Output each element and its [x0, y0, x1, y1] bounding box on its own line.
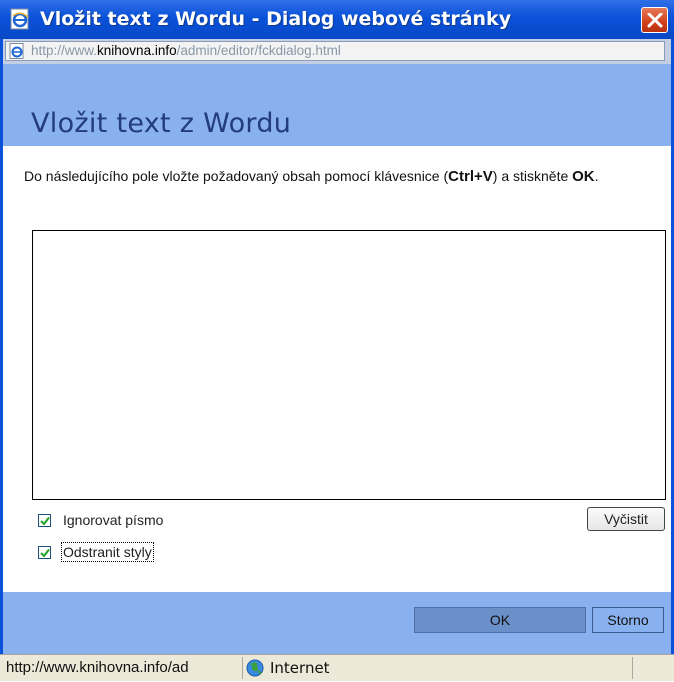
ie-page-icon: [9, 43, 26, 64]
ie-page-icon: [9, 8, 31, 30]
address-field[interactable]: http://www.knihovna.info/admin/editor/fc…: [5, 41, 665, 61]
dialog-heading: Vložit text z Wordu: [31, 108, 292, 139]
security-zone-label: Internet: [270, 659, 330, 677]
ok-button[interactable]: OK: [414, 607, 586, 633]
remove-styles-checkbox[interactable]: [38, 545, 51, 559]
cancel-button[interactable]: Storno: [592, 607, 664, 633]
ignore-font-label: Ignorovat písmo: [63, 512, 164, 528]
window-titlebar[interactable]: Vložit text z Wordu - Dialog webové strá…: [0, 0, 674, 39]
close-button[interactable]: [641, 7, 668, 33]
check-icon: [40, 548, 50, 558]
ok-emphasis: OK: [572, 168, 595, 185]
address-url: http://www.knihovna.info/admin/editor/fc…: [31, 43, 341, 58]
clear-button[interactable]: Vyčistit: [587, 507, 665, 531]
ignore-font-option[interactable]: Ignorovat písmo: [38, 512, 163, 528]
status-url: http://www.knihovna.info/ad: [6, 659, 189, 676]
paste-area[interactable]: [32, 230, 666, 500]
shortcut-label: Ctrl+V: [448, 168, 493, 185]
ignore-font-checkbox[interactable]: [38, 513, 51, 527]
check-icon: [40, 516, 50, 526]
dialog-header: Vložit text z Wordu: [3, 64, 671, 146]
status-bar: http://www.knihovna.info/ad Internet: [0, 654, 674, 681]
remove-styles-option[interactable]: Odstranit styly: [38, 542, 154, 562]
window-title: Vložit text z Wordu - Dialog webové strá…: [40, 8, 512, 30]
close-x-icon: [647, 13, 663, 28]
globe-icon: [246, 659, 264, 682]
status-divider: [242, 657, 243, 679]
address-bar: http://www.knihovna.info/admin/editor/fc…: [0, 39, 674, 64]
dialog-content: Do následujícího pole vložte požadovaný …: [3, 146, 671, 592]
remove-styles-label: Odstranit styly: [61, 542, 154, 562]
instruction-text: Do následujícího pole vložte požadovaný …: [24, 168, 599, 185]
status-divider: [632, 657, 633, 679]
